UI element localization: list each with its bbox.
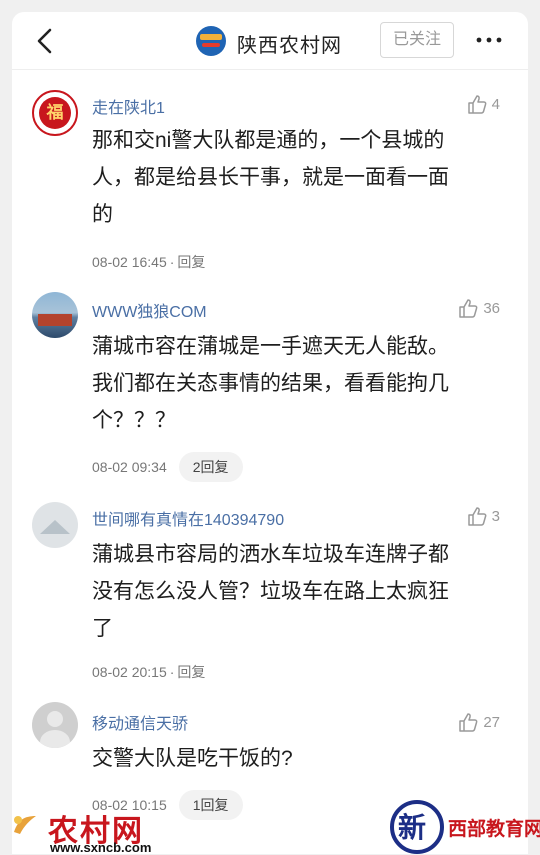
watermark-left-url: www.sxncb.com	[50, 840, 152, 855]
reply-button[interactable]: 回复	[177, 252, 205, 272]
like-button[interactable]: 3	[466, 504, 500, 528]
thumbs-up-icon	[459, 299, 478, 318]
follow-button[interactable]: 已关注	[380, 22, 454, 58]
comment-text-line: 蒲城县市容局的洒水车垃圾车连牌子都	[92, 543, 449, 566]
comment-username[interactable]: 走在陕北1	[92, 94, 165, 118]
comment-item: 移动通信天骄 27 交警大队是吃干饭的? 08-02 10:15 1回复	[12, 702, 528, 820]
replies-button[interactable]: 2回复	[178, 452, 243, 482]
avatar[interactable]	[32, 292, 78, 338]
watermark-right: 新 西部教育网	[390, 800, 540, 854]
site-name[interactable]: 陕西农村网	[237, 29, 342, 58]
comment-text-line: 蒲城市容在蒲城是一手遮天无人能敌。	[92, 335, 449, 358]
thumbs-up-icon	[467, 507, 487, 526]
comment-item: 世间哪有真情在140394790 3 蒲城县市容局的洒水车垃圾车连牌子都 没有怎…	[12, 502, 528, 692]
nongcun-logo-icon	[10, 812, 40, 838]
comment-text-line: 我们都在关态事情的结果，看看能拘几	[92, 372, 449, 395]
comment-text-line: 的	[92, 203, 113, 226]
avatar[interactable]: 福	[32, 90, 78, 136]
like-count: 27	[483, 713, 500, 731]
comment-text-line: 人，都是给县长干事，就是一面看一面	[92, 166, 449, 189]
comment-text: 那和交ni警大队都是通的，一个县城的 人，都是给县长干事，就是一面看一面 的	[92, 122, 512, 233]
comment-time: 08-02 16:45	[92, 254, 167, 270]
back-chevron-icon[interactable]	[32, 26, 60, 56]
comment-username[interactable]: WWW独狼COM	[92, 298, 207, 322]
comment-text-line: 交警大队是吃干饭的?	[92, 747, 293, 770]
comment-page: 陕西农村网 已关注 福 走在陕北1 4 那和交ni警大队都是通的，一个县城的 人…	[12, 12, 528, 854]
comment-username[interactable]: 移动通信天骄	[92, 710, 188, 734]
replies-button[interactable]: 1回复	[178, 790, 243, 820]
comment-text-line: 那和交ni警大队都是通的，一个县城的	[92, 129, 445, 152]
comment-meta: 08-02 16:45 · 回复	[92, 250, 205, 274]
reply-button[interactable]: 回复	[177, 662, 205, 682]
avatar[interactable]	[32, 702, 78, 748]
more-dots-icon[interactable]	[474, 28, 504, 52]
comment-text: 蒲城县市容局的洒水车垃圾车连牌子都 没有怎么没人管？垃圾车在路上太疯狂 了	[92, 536, 512, 647]
thumbs-up-icon	[467, 95, 487, 114]
watermark-right-mark: 新	[398, 811, 427, 844]
thumbs-up-icon	[459, 713, 478, 732]
comment-text-line: 个？？？	[92, 409, 176, 432]
comment-item: 福 走在陕北1 4 那和交ni警大队都是通的，一个县城的 人，都是给县长干事，就…	[12, 90, 528, 290]
comment-text-line: 没有怎么没人管？垃圾车在路上太疯狂	[92, 580, 449, 603]
separator-dot: ·	[169, 254, 175, 270]
top-bar: 陕西农村网 已关注	[12, 12, 528, 70]
comment-time: 08-02 20:15	[92, 664, 167, 680]
comment-text: 交警大队是吃干饭的?	[92, 740, 512, 777]
like-count: 4	[491, 95, 500, 113]
comment-time: 08-02 09:34	[92, 459, 167, 475]
avatar[interactable]	[32, 502, 78, 548]
comment-text-line: 了	[92, 617, 113, 640]
comment-username[interactable]: 世间哪有真情在140394790	[92, 506, 284, 530]
comment-meta: 08-02 20:15 · 回复	[92, 660, 205, 684]
site-logo-icon[interactable]	[196, 26, 226, 56]
comment-meta: 08-02 09:34 2回复	[92, 452, 243, 482]
like-count: 3	[491, 507, 500, 525]
comment-item: WWW独狼COM 36 蒲城市容在蒲城是一手遮天无人能敌。 我们都在关态事情的结…	[12, 292, 528, 492]
watermark-right-brand: 西部教育网	[448, 818, 540, 840]
like-button[interactable]: 36	[457, 296, 500, 320]
like-count: 36	[483, 299, 500, 317]
comment-text: 蒲城市容在蒲城是一手遮天无人能敌。 我们都在关态事情的结果，看看能拘几 个？？？	[92, 328, 512, 439]
like-button[interactable]: 4	[466, 92, 500, 116]
like-button[interactable]: 27	[457, 710, 500, 734]
separator-dot: ·	[169, 664, 175, 680]
